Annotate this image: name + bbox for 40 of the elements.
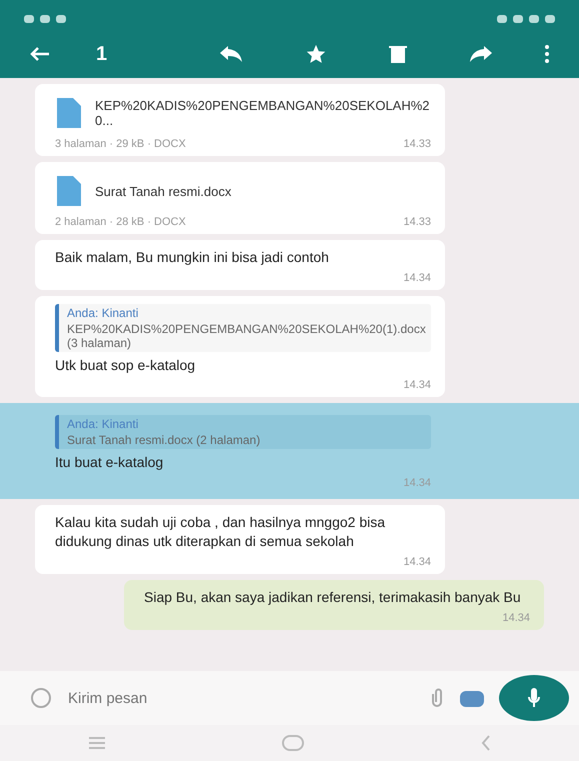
forward-arrow-icon xyxy=(469,45,493,63)
system-icons xyxy=(497,15,555,23)
incoming-message-bubble[interactable]: KEP%20KADIS%20PENGEMBANGAN%20SEKOLAH%20... 3 halaman · 29 kB · DOCX 14.33 xyxy=(35,84,445,156)
selected-count: 1 xyxy=(96,42,108,66)
message-text: Kalau kita sudah uji coba , dan hasilnya mnggo2 bisa didukung dinas utk diterapkan di semua sekolah xyxy=(55,512,386,552)
document-icon xyxy=(55,176,81,206)
selected-message-row[interactable]: Anda: Kinanti Surat Tanah resmi.docx (2 halaman) Itu buat e-katalog 14.34 xyxy=(0,403,579,499)
file-meta: 2 halaman · 28 kB · DOCX xyxy=(55,216,186,228)
document-icon xyxy=(55,98,81,128)
message-text: Siap Bu, akan saya jadikan referensi, terimakasih banyak Bu xyxy=(144,588,522,607)
status-icons xyxy=(24,15,66,23)
file-name: KEP%20KADIS%20PENGEMBANGAN%20SEKOLAH%20... xyxy=(95,98,431,128)
delete-icon xyxy=(389,44,407,64)
file-meta: 3 halaman · 29 kB · DOCX xyxy=(55,138,186,150)
reply-arrow-icon xyxy=(219,45,243,63)
message-time: 14.33 xyxy=(403,138,431,150)
quote-text: KEP%20KADIS%20PENGEMBANGAN%20SEKOLAH%20(1).docx (3 halaman) xyxy=(67,322,423,350)
message-time: 14.33 xyxy=(403,216,431,228)
back-arrow-icon xyxy=(30,47,50,61)
incoming-message-bubble[interactable]: Anda: Kinanti KEP%20KADIS%20PENGEMBANGAN%20SEKOLAH%20(1).docx (3 halaman) Utk buat sop e-katalog 14.34 xyxy=(35,296,445,398)
message-text: Itu buat e-katalog xyxy=(55,453,164,472)
quoted-message[interactable]: Anda: Kinanti KEP%20KADIS%20PENGEMBANGAN%20SEKOLAH%20(1).docx (3 halaman) xyxy=(55,304,431,352)
star-icon xyxy=(305,43,327,65)
more-options-icon xyxy=(545,45,549,63)
message-time: 14.34 xyxy=(403,556,431,568)
message-time: 14.34 xyxy=(403,272,431,284)
message-time: 14.34 xyxy=(403,476,431,489)
incoming-message-bubble[interactable]: Baik malam, Bu mungkin ini bisa jadi contoh 14.34 xyxy=(35,240,445,290)
incoming-message-bubble[interactable]: Kalau kita sudah uji coba , dan hasilnya mnggo2 bisa didukung dinas utk diterapkan di semua sekolah 14.34 xyxy=(35,504,445,574)
quote-text: Surat Tanah resmi.docx (2 halaman) xyxy=(67,433,262,448)
microphone-icon xyxy=(528,688,540,708)
quote-author: Anda: Kinanti xyxy=(67,417,140,432)
outgoing-message-bubble[interactable]: Siap Bu, akan saya jadikan referensi, terimakasih banyak Bu 14.34 xyxy=(124,580,544,630)
message-time: 14.34 xyxy=(502,612,530,624)
quote-author: Anda: Kinanti xyxy=(67,306,140,320)
incoming-message-bubble[interactable]: Surat Tanah resmi.docx 2 halaman · 28 kB · DOCX 14.33 xyxy=(35,162,445,234)
message-text: Baik malam, Bu mungkin ini bisa jadi contoh xyxy=(55,248,330,267)
message-time: 14.34 xyxy=(403,379,431,392)
message-text: Utk buat sop e-katalog xyxy=(55,356,196,375)
file-name: Surat Tanah resmi.docx xyxy=(95,184,232,198)
